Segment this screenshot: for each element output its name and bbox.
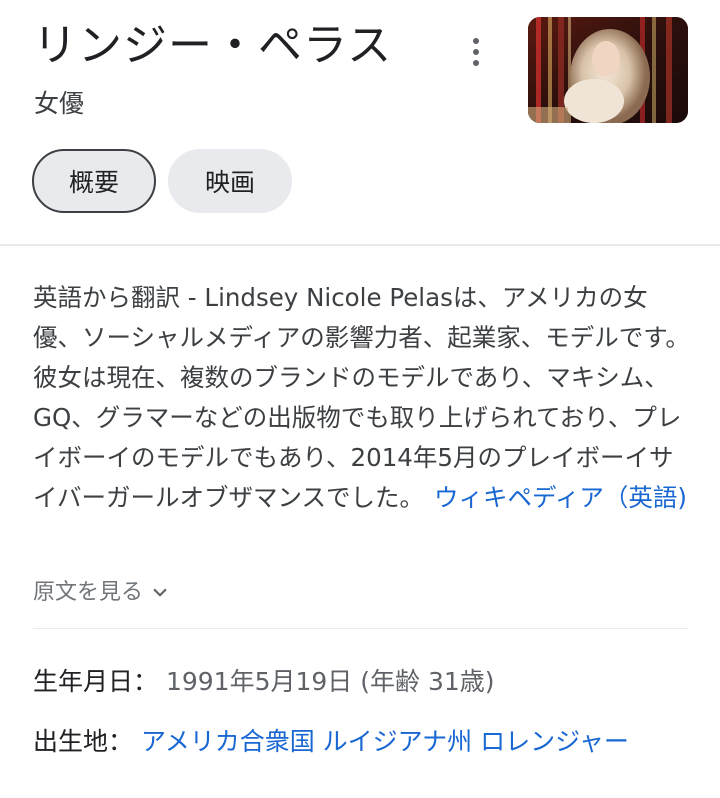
facts-divider (33, 628, 688, 629)
entity-subtitle: 女優 (34, 89, 85, 118)
fact-born: 生年月日： 1991年5月19日 (年齢 31歳) (33, 662, 495, 702)
entity-title: リンジー・ペラス (33, 20, 393, 71)
dot (473, 49, 479, 55)
wikipedia-link[interactable]: ウィキペディア（英語) (434, 483, 687, 512)
tab-chips: 概要 映画 (32, 149, 292, 213)
tab-overview[interactable]: 概要 (32, 149, 156, 213)
fact-birthplace-link[interactable]: アメリカ合衆国 ルイジアナ州 ロレンジャー (141, 727, 629, 756)
entity-thumbnail[interactable] (528, 17, 688, 123)
fact-born-label: 生年月日： (33, 667, 159, 696)
fact-birthplace: 出生地： アメリカ合衆国 ルイジアナ州 ロレンジャー (33, 722, 693, 762)
knowledge-panel-header: リンジー・ペラス 女優 概要 映画 (0, 0, 720, 246)
view-original-label: 原文を見る (33, 580, 144, 605)
dot (473, 38, 479, 44)
fact-born-value: 1991年5月19日 (年齢 31歳) (165, 667, 495, 696)
fact-birthplace-label: 出生地： (33, 727, 134, 756)
chevron-down-icon (153, 588, 167, 597)
tab-movies[interactable]: 映画 (168, 149, 292, 213)
description-text: 英語から翻訳 - Lindsey Nicole Pelasは、アメリカの女優、ソ… (33, 283, 690, 512)
more-vert-icon[interactable] (456, 30, 496, 74)
entity-description: 英語から翻訳 - Lindsey Nicole Pelasは、アメリカの女優、ソ… (33, 278, 693, 518)
thumbnail-image (528, 17, 688, 123)
section-divider (0, 244, 720, 246)
dot (473, 60, 479, 66)
view-original-button[interactable]: 原文を見る (33, 576, 169, 610)
